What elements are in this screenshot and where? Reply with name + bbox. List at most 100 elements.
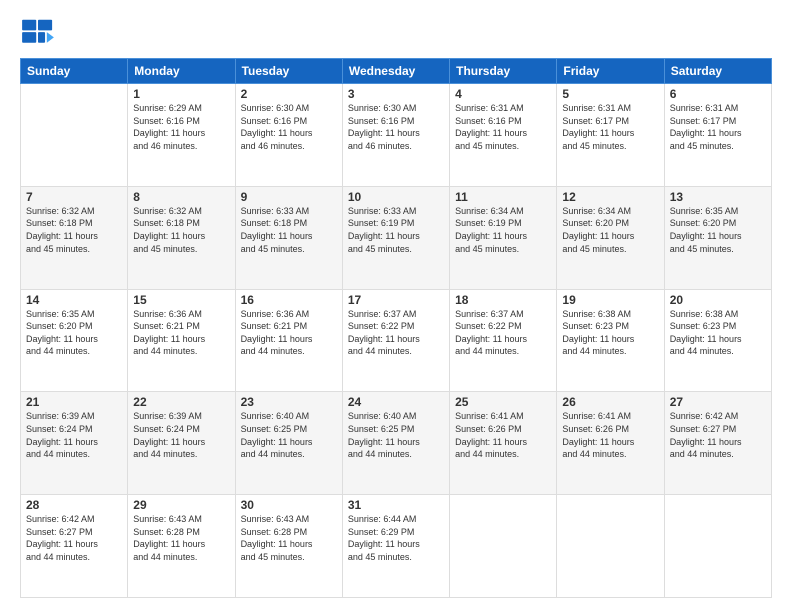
day-info: Sunrise: 6:35 AM Sunset: 6:20 PM Dayligh… (670, 205, 766, 255)
day-number: 30 (241, 498, 337, 512)
calendar-cell: 8Sunrise: 6:32 AM Sunset: 6:18 PM Daylig… (128, 186, 235, 289)
day-number: 7 (26, 190, 122, 204)
day-info: Sunrise: 6:38 AM Sunset: 6:23 PM Dayligh… (562, 308, 658, 358)
day-number: 21 (26, 395, 122, 409)
logo (20, 18, 62, 48)
calendar-cell: 27Sunrise: 6:42 AM Sunset: 6:27 PM Dayli… (664, 392, 771, 495)
calendar-cell: 10Sunrise: 6:33 AM Sunset: 6:19 PM Dayli… (342, 186, 449, 289)
calendar-cell: 18Sunrise: 6:37 AM Sunset: 6:22 PM Dayli… (450, 289, 557, 392)
day-number: 9 (241, 190, 337, 204)
day-info: Sunrise: 6:40 AM Sunset: 6:25 PM Dayligh… (348, 410, 444, 460)
day-info: Sunrise: 6:42 AM Sunset: 6:27 PM Dayligh… (26, 513, 122, 563)
day-number: 5 (562, 87, 658, 101)
day-number: 3 (348, 87, 444, 101)
day-info: Sunrise: 6:40 AM Sunset: 6:25 PM Dayligh… (241, 410, 337, 460)
calendar-week-5: 28Sunrise: 6:42 AM Sunset: 6:27 PM Dayli… (21, 495, 772, 598)
day-number: 11 (455, 190, 551, 204)
calendar-cell (450, 495, 557, 598)
day-info: Sunrise: 6:30 AM Sunset: 6:16 PM Dayligh… (241, 102, 337, 152)
calendar-cell: 14Sunrise: 6:35 AM Sunset: 6:20 PM Dayli… (21, 289, 128, 392)
day-header-friday: Friday (557, 59, 664, 84)
day-header-thursday: Thursday (450, 59, 557, 84)
calendar-table: SundayMondayTuesdayWednesdayThursdayFrid… (20, 58, 772, 598)
calendar-cell: 19Sunrise: 6:38 AM Sunset: 6:23 PM Dayli… (557, 289, 664, 392)
day-number: 22 (133, 395, 229, 409)
day-header-tuesday: Tuesday (235, 59, 342, 84)
day-number: 23 (241, 395, 337, 409)
day-info: Sunrise: 6:44 AM Sunset: 6:29 PM Dayligh… (348, 513, 444, 563)
day-info: Sunrise: 6:34 AM Sunset: 6:19 PM Dayligh… (455, 205, 551, 255)
day-number: 28 (26, 498, 122, 512)
day-info: Sunrise: 6:31 AM Sunset: 6:16 PM Dayligh… (455, 102, 551, 152)
day-info: Sunrise: 6:36 AM Sunset: 6:21 PM Dayligh… (133, 308, 229, 358)
calendar-cell: 3Sunrise: 6:30 AM Sunset: 6:16 PM Daylig… (342, 84, 449, 187)
calendar-cell: 12Sunrise: 6:34 AM Sunset: 6:20 PM Dayli… (557, 186, 664, 289)
day-number: 1 (133, 87, 229, 101)
day-number: 16 (241, 293, 337, 307)
calendar-week-3: 14Sunrise: 6:35 AM Sunset: 6:20 PM Dayli… (21, 289, 772, 392)
calendar-cell: 6Sunrise: 6:31 AM Sunset: 6:17 PM Daylig… (664, 84, 771, 187)
calendar-header-row: SundayMondayTuesdayWednesdayThursdayFrid… (21, 59, 772, 84)
day-info: Sunrise: 6:42 AM Sunset: 6:27 PM Dayligh… (670, 410, 766, 460)
day-number: 19 (562, 293, 658, 307)
calendar-cell: 23Sunrise: 6:40 AM Sunset: 6:25 PM Dayli… (235, 392, 342, 495)
calendar-week-1: 1Sunrise: 6:29 AM Sunset: 6:16 PM Daylig… (21, 84, 772, 187)
calendar-cell: 25Sunrise: 6:41 AM Sunset: 6:26 PM Dayli… (450, 392, 557, 495)
day-info: Sunrise: 6:38 AM Sunset: 6:23 PM Dayligh… (670, 308, 766, 358)
calendar-cell: 17Sunrise: 6:37 AM Sunset: 6:22 PM Dayli… (342, 289, 449, 392)
calendar-cell: 11Sunrise: 6:34 AM Sunset: 6:19 PM Dayli… (450, 186, 557, 289)
logo-icon (20, 18, 56, 48)
calendar-cell: 5Sunrise: 6:31 AM Sunset: 6:17 PM Daylig… (557, 84, 664, 187)
calendar-week-2: 7 Sunrise: 6:32 AM Sunset: 6:18 PM Daylig… (21, 186, 772, 289)
day-number: 31 (348, 498, 444, 512)
day-number: 6 (670, 87, 766, 101)
day-info: Sunrise: 6:41 AM Sunset: 6:26 PM Dayligh… (455, 410, 551, 460)
day-header-saturday: Saturday (664, 59, 771, 84)
calendar-cell (557, 495, 664, 598)
calendar-cell: 13Sunrise: 6:35 AM Sunset: 6:20 PM Dayli… (664, 186, 771, 289)
day-number: 24 (348, 395, 444, 409)
day-info: Sunrise: 6:30 AM Sunset: 6:16 PM Dayligh… (348, 102, 444, 152)
calendar-cell: 16Sunrise: 6:36 AM Sunset: 6:21 PM Dayli… (235, 289, 342, 392)
page: SundayMondayTuesdayWednesdayThursdayFrid… (0, 0, 792, 612)
calendar-cell: 7Sunrise: 6:32 AM Sunset: 6:18 PM Daylig… (21, 186, 128, 289)
day-number: 15 (133, 293, 229, 307)
day-number: 2 (241, 87, 337, 101)
calendar-cell: 20Sunrise: 6:38 AM Sunset: 6:23 PM Dayli… (664, 289, 771, 392)
day-info: Sunrise: 6:33 AM Sunset: 6:18 PM Dayligh… (241, 205, 337, 255)
calendar-cell: 21Sunrise: 6:39 AM Sunset: 6:24 PM Dayli… (21, 392, 128, 495)
day-info: Sunrise: 6:39 AM Sunset: 6:24 PM Dayligh… (26, 410, 122, 460)
calendar-cell (21, 84, 128, 187)
day-info: Sunrise: 6:32 AM Sunset: 6:18 PM Dayligh… (133, 205, 229, 255)
calendar-cell: 1Sunrise: 6:29 AM Sunset: 6:16 PM Daylig… (128, 84, 235, 187)
calendar-cell: 24Sunrise: 6:40 AM Sunset: 6:25 PM Dayli… (342, 392, 449, 495)
day-header-monday: Monday (128, 59, 235, 84)
day-number: 18 (455, 293, 551, 307)
calendar-cell: 15Sunrise: 6:36 AM Sunset: 6:21 PM Dayli… (128, 289, 235, 392)
day-info: Sunrise: 6:39 AM Sunset: 6:24 PM Dayligh… (133, 410, 229, 460)
day-info: Sunrise: 6:37 AM Sunset: 6:22 PM Dayligh… (455, 308, 551, 358)
day-number: 12 (562, 190, 658, 204)
day-number: 8 (133, 190, 229, 204)
day-info: Sunrise: 6:35 AM Sunset: 6:20 PM Dayligh… (26, 308, 122, 358)
day-info: Sunrise: 6:41 AM Sunset: 6:26 PM Dayligh… (562, 410, 658, 460)
day-info: Sunrise: 6:37 AM Sunset: 6:22 PM Dayligh… (348, 308, 444, 358)
calendar-cell: 29Sunrise: 6:43 AM Sunset: 6:28 PM Dayli… (128, 495, 235, 598)
day-header-wednesday: Wednesday (342, 59, 449, 84)
calendar-cell: 22Sunrise: 6:39 AM Sunset: 6:24 PM Dayli… (128, 392, 235, 495)
calendar-week-4: 21Sunrise: 6:39 AM Sunset: 6:24 PM Dayli… (21, 392, 772, 495)
day-number: 27 (670, 395, 766, 409)
calendar-cell: 26Sunrise: 6:41 AM Sunset: 6:26 PM Dayli… (557, 392, 664, 495)
day-info: Sunrise: 6:33 AM Sunset: 6:19 PM Dayligh… (348, 205, 444, 255)
day-number: 20 (670, 293, 766, 307)
day-number: 25 (455, 395, 551, 409)
calendar-cell (664, 495, 771, 598)
day-number: 29 (133, 498, 229, 512)
calendar-cell: 9Sunrise: 6:33 AM Sunset: 6:18 PM Daylig… (235, 186, 342, 289)
day-number: 26 (562, 395, 658, 409)
day-info: Sunrise: 6:34 AM Sunset: 6:20 PM Dayligh… (562, 205, 658, 255)
day-number: 14 (26, 293, 122, 307)
day-number: 4 (455, 87, 551, 101)
day-info: Sunrise: 6:31 AM Sunset: 6:17 PM Dayligh… (562, 102, 658, 152)
calendar-cell: 4Sunrise: 6:31 AM Sunset: 6:16 PM Daylig… (450, 84, 557, 187)
